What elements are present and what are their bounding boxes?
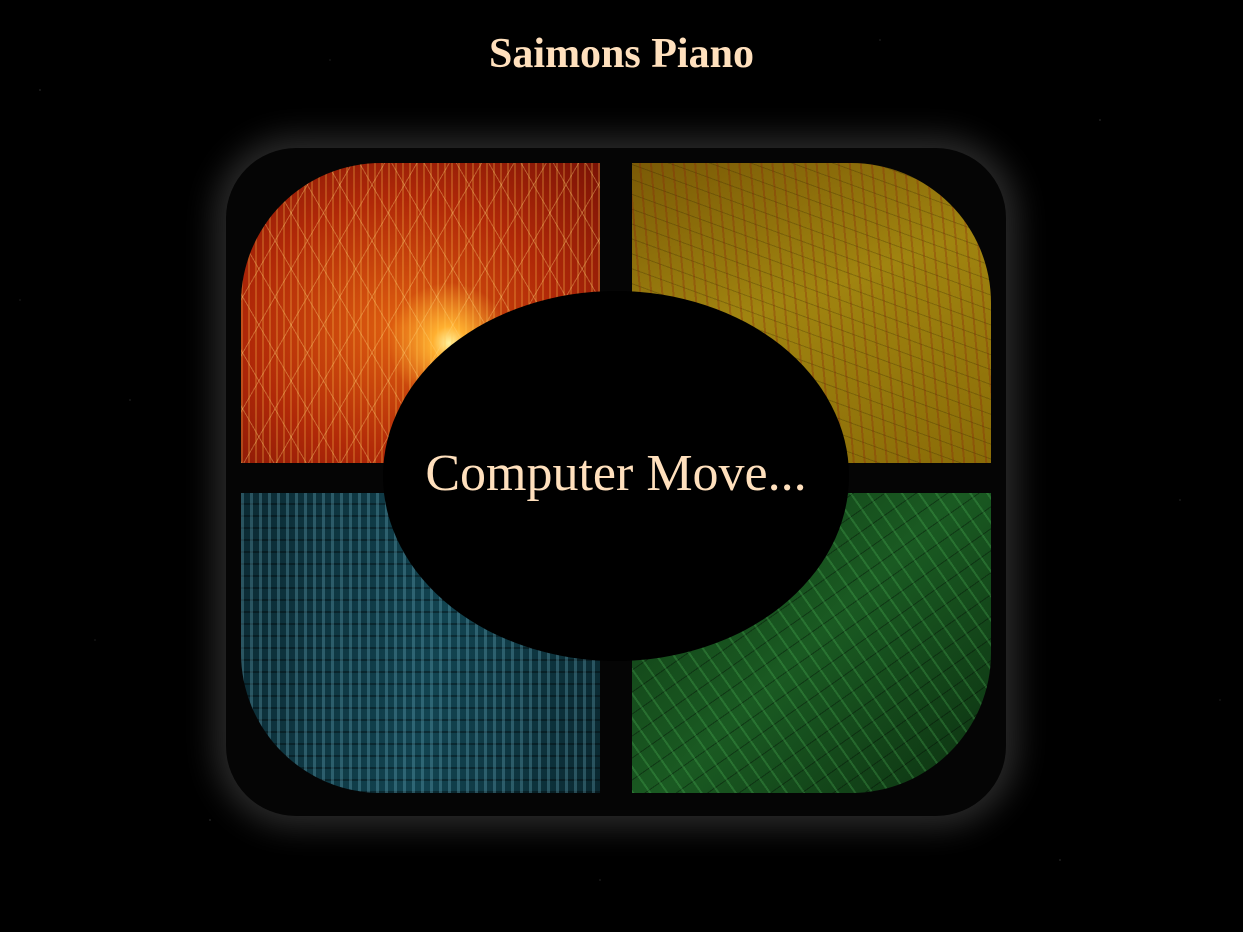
- page-title: Saimons Piano: [489, 31, 754, 77]
- game-board: Computer Move...: [226, 148, 1006, 816]
- status-text: Computer Move...: [425, 445, 807, 502]
- center-display: Computer Move...: [383, 291, 849, 661]
